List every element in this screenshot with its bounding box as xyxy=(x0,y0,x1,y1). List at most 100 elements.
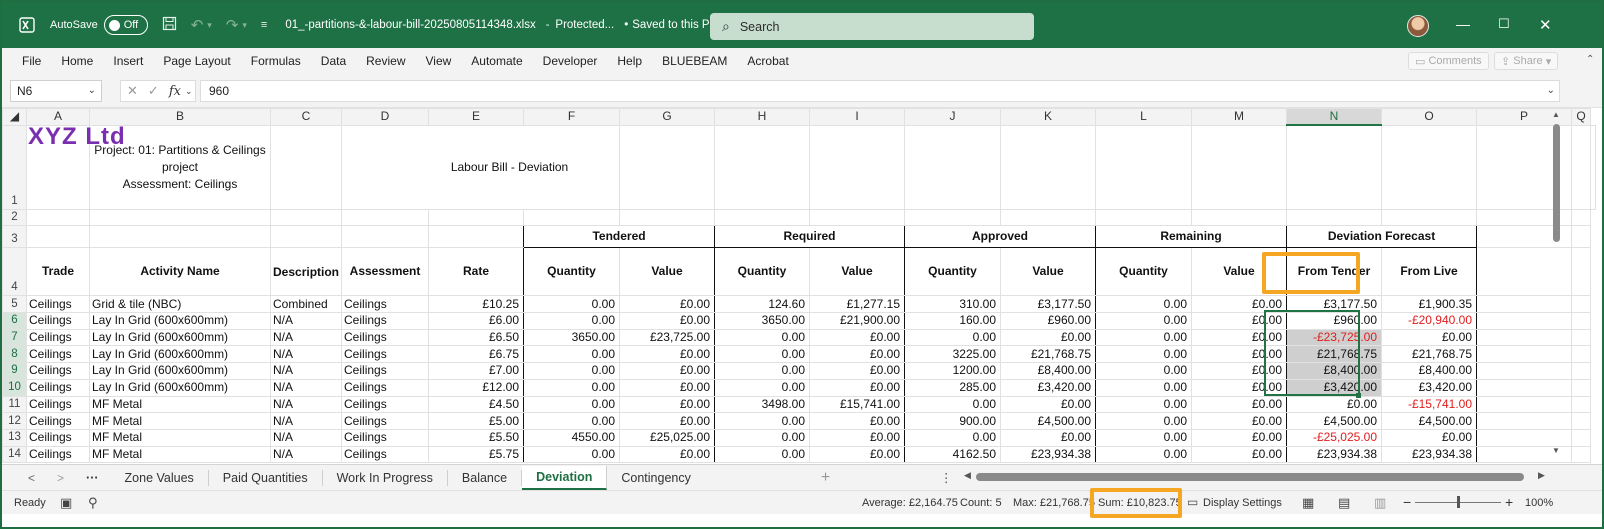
trade-cell[interactable]: Ceilings xyxy=(26,395,90,414)
header-trade[interactable]: Trade xyxy=(26,247,90,297)
name-box[interactable]: N6 ⌄ xyxy=(10,80,102,102)
description-cell[interactable]: N/A xyxy=(269,345,343,364)
cell[interactable] xyxy=(523,208,621,227)
remaining-quantity-cell[interactable]: 0.00 xyxy=(1095,328,1193,347)
from-live-cell[interactable]: £0.00 xyxy=(1381,328,1478,347)
cell[interactable] xyxy=(341,208,430,227)
required-value-cell[interactable]: £1,277.15 xyxy=(809,295,906,314)
col-header-n[interactable]: N xyxy=(1286,108,1383,127)
fill-handle[interactable] xyxy=(1356,393,1361,398)
required-quantity-cell[interactable]: 0.00 xyxy=(714,445,811,464)
remaining-quantity-cell[interactable]: 0.00 xyxy=(1095,378,1193,397)
assessment-cell[interactable]: Ceilings xyxy=(341,395,430,414)
menu-acrobat[interactable]: Acrobat xyxy=(737,54,798,68)
required-quantity-cell[interactable]: 0.00 xyxy=(714,412,811,430)
required-value-cell[interactable]: £0.00 xyxy=(809,362,906,380)
col-header-l[interactable]: L xyxy=(1095,108,1193,126)
chevron-down-icon[interactable]: ⌄ xyxy=(88,81,96,101)
save-icon[interactable] xyxy=(162,16,177,35)
cell[interactable] xyxy=(1571,247,1592,297)
tendered-quantity-cell[interactable]: 3650.00 xyxy=(523,328,621,347)
group-required[interactable]: Required xyxy=(714,225,906,249)
group-remaining[interactable]: Remaining xyxy=(1095,225,1288,249)
maximize-icon[interactable]: ☐ xyxy=(1498,16,1510,32)
tendered-quantity-cell[interactable]: 0.00 xyxy=(523,345,621,364)
remaining-value-cell[interactable]: £0.00 xyxy=(1191,362,1288,380)
ribbon-collapse-icon[interactable]: ⌃ xyxy=(1586,54,1594,65)
description-cell[interactable]: N/A xyxy=(269,328,343,347)
activity-cell[interactable]: MF Metal xyxy=(89,395,271,414)
trade-cell[interactable]: Ceilings xyxy=(26,428,90,447)
approved-quantity-cell[interactable]: 285.00 xyxy=(904,378,1002,397)
group-tendered[interactable]: Tendered xyxy=(523,225,716,249)
col-header-c[interactable]: C xyxy=(269,108,343,126)
zoom-slider-thumb[interactable] xyxy=(1457,496,1460,508)
from-live-cell[interactable]: -£20,940.00 xyxy=(1381,312,1478,330)
status-max[interactable]: Max: £21,768.75 xyxy=(1013,497,1095,509)
row-header[interactable]: 9 xyxy=(2,362,27,380)
required-value-cell[interactable]: £0.00 xyxy=(809,345,906,364)
zoom-level[interactable]: 100% xyxy=(1525,497,1553,509)
q-cell[interactable] xyxy=(1571,295,1592,314)
description-cell[interactable]: N/A xyxy=(269,378,343,397)
cell[interactable] xyxy=(1095,124,1193,210)
cell[interactable] xyxy=(619,208,716,227)
required-value-cell[interactable]: £0.00 xyxy=(809,445,906,464)
q-cell[interactable] xyxy=(1571,428,1592,447)
status-count[interactable]: Count: 5 xyxy=(960,497,1002,509)
q-cell[interactable] xyxy=(1571,412,1592,430)
approved-quantity-cell[interactable]: 160.00 xyxy=(904,312,1002,330)
select-all-corner[interactable]: ◢ xyxy=(2,108,27,126)
header-from-live[interactable]: From Live xyxy=(1381,247,1478,297)
page-break-view-icon[interactable]: ▥ xyxy=(1374,495,1386,511)
expand-formula-icon[interactable]: ⌄ xyxy=(1547,81,1555,101)
cell[interactable] xyxy=(269,225,343,249)
worksheet-grid[interactable]: ◢ A B C D E F G H I J K L M N O P Q 1 Pr… xyxy=(2,108,1602,464)
required-quantity-cell[interactable]: 0.00 xyxy=(714,328,811,347)
scroll-left-icon[interactable]: ◀ xyxy=(964,470,971,481)
trade-cell[interactable]: Ceilings xyxy=(26,312,90,330)
cell[interactable] xyxy=(269,124,343,210)
assessment-cell[interactable]: Ceilings xyxy=(341,312,430,330)
remaining-value-cell[interactable]: £0.00 xyxy=(1191,445,1288,464)
approved-value-cell[interactable]: £0.00 xyxy=(1000,428,1097,447)
add-sheet-icon[interactable]: + xyxy=(821,469,830,487)
remaining-quantity-cell[interactable]: 0.00 xyxy=(1095,295,1193,314)
approved-value-cell[interactable]: £3,177.50 xyxy=(1000,295,1097,314)
cell[interactable] xyxy=(1571,124,1592,210)
cell[interactable] xyxy=(1095,208,1193,227)
approved-quantity-cell[interactable]: 1200.00 xyxy=(904,362,1002,380)
normal-view-icon[interactable]: ▦ xyxy=(1302,495,1314,511)
accessibility-icon[interactable]: ⚲ xyxy=(88,495,98,511)
assessment-cell[interactable]: Ceilings xyxy=(341,295,430,314)
row-header[interactable]: 11 xyxy=(2,395,27,414)
cell[interactable] xyxy=(619,124,716,210)
q-cell[interactable] xyxy=(1571,445,1592,464)
description-cell[interactable]: N/A xyxy=(269,412,343,430)
tab-prev-icon[interactable]: < xyxy=(28,471,35,485)
tendered-quantity-cell[interactable]: 0.00 xyxy=(523,362,621,380)
approved-value-cell[interactable]: £8,400.00 xyxy=(1000,362,1097,380)
remaining-quantity-cell[interactable]: 0.00 xyxy=(1095,312,1193,330)
row-header[interactable]: 12 xyxy=(2,412,27,430)
header-tendered-value[interactable]: Value xyxy=(619,247,716,297)
tendered-value-cell[interactable]: £0.00 xyxy=(619,445,716,464)
tab-contingency[interactable]: Contingency xyxy=(607,470,705,486)
trade-cell[interactable]: Ceilings xyxy=(26,378,90,397)
menu-file[interactable]: File xyxy=(2,54,51,68)
required-quantity-cell[interactable]: 3650.00 xyxy=(714,312,811,330)
row-header[interactable]: 10 xyxy=(2,378,27,397)
cell[interactable] xyxy=(1381,208,1478,227)
from-tender-cell[interactable]: £960.00 xyxy=(1286,312,1383,330)
horizontal-scroll-thumb[interactable] xyxy=(976,473,1524,481)
cell[interactable] xyxy=(1381,124,1478,210)
tendered-value-cell[interactable]: £0.00 xyxy=(619,412,716,430)
remaining-value-cell[interactable]: £0.00 xyxy=(1191,428,1288,447)
approved-value-cell[interactable]: £4,500.00 xyxy=(1000,412,1097,430)
rate-cell[interactable]: £5.75 xyxy=(428,445,525,464)
menu-data[interactable]: Data xyxy=(311,54,356,68)
cell[interactable] xyxy=(428,208,525,227)
rate-cell[interactable]: £5.50 xyxy=(428,428,525,447)
cell[interactable] xyxy=(1590,124,1597,210)
q-cell[interactable] xyxy=(1571,328,1592,347)
